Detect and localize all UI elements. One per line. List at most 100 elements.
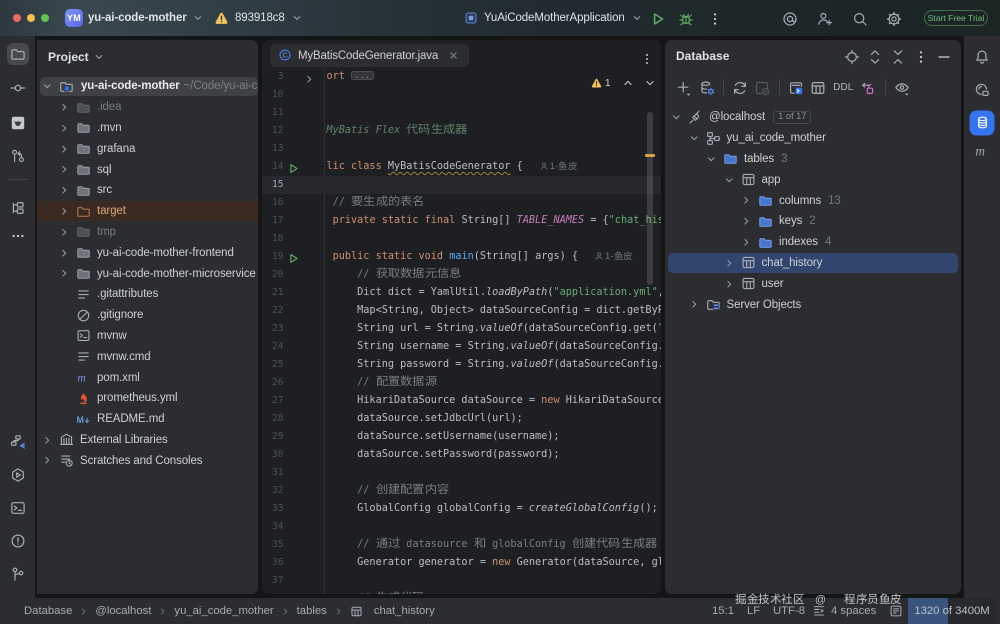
- project-item-yu-ai-code-mother-microservice[interactable]: yu-ai-code-mother-microservice: [37, 263, 258, 284]
- chevron-right-icon[interactable]: [58, 101, 71, 114]
- code-line-19[interactable]: 19 public static void main(String[] args…: [262, 248, 661, 266]
- settings-button[interactable]: [886, 10, 902, 26]
- scrollbar-warning-mark[interactable]: [645, 154, 655, 157]
- jump-to-console-icon[interactable]: [788, 79, 804, 95]
- chevron-right-icon[interactable]: [58, 226, 71, 239]
- code-line-13[interactable]: 13: [262, 140, 661, 158]
- code-line-25[interactable]: 25 String password = String.valueOf(data…: [262, 356, 661, 374]
- code-line-32[interactable]: 32 //: [262, 482, 661, 500]
- db-item-keys[interactable]: keys 2: [665, 211, 961, 232]
- db-item-_localhost[interactable]: @localhost 1 of 17: [665, 107, 961, 128]
- hide-icon[interactable]: [936, 48, 952, 64]
- db-item-columns[interactable]: columns 13: [665, 190, 961, 211]
- chevron-right-icon[interactable]: [58, 163, 71, 176]
- expand-all-icon[interactable]: [867, 48, 883, 64]
- code-line-35[interactable]: 35 // datasource globalConfig: [262, 536, 661, 554]
- tool-stripe-structure-icon[interactable]: [7, 197, 29, 219]
- chevron-right-icon[interactable]: [740, 215, 753, 228]
- project-item-.mvn[interactable]: .mvn: [37, 118, 258, 139]
- code-line-27[interactable]: 27 HikariDataSource dataSource = new Hik…: [262, 392, 661, 410]
- db-item-chat_history[interactable]: chat_history: [665, 253, 961, 274]
- chevron-right-icon[interactable]: [723, 257, 736, 270]
- code-line-30[interactable]: 30 dataSource.setPassword(password);: [262, 446, 661, 464]
- project-widget[interactable]: YM yu-ai-code-mother: [65, 0, 204, 36]
- tool-stripe-maven-icon[interactable]: m: [971, 140, 993, 162]
- more-vertical-icon[interactable]: [913, 48, 929, 64]
- project-item-.gitattributes[interactable]: .gitattributes: [37, 284, 258, 305]
- chevron-right-icon[interactable]: [723, 278, 736, 291]
- project-item-grafana[interactable]: grafana: [37, 138, 258, 159]
- code-line-12[interactable]: 12 MyBatis Flex: [262, 122, 661, 140]
- code-line-18[interactable]: 18: [262, 230, 661, 248]
- previous-problem-icon[interactable]: [622, 77, 634, 89]
- tool-stripe-notifications-icon[interactable]: [971, 46, 993, 68]
- code-line-17[interactable]: 17 private static final String[] TABLE_N…: [262, 212, 661, 230]
- code-line-26[interactable]: 26 //: [262, 374, 661, 392]
- code-line-36[interactable]: 36 Generator generator = new Generator(d…: [262, 554, 661, 572]
- code-line-33[interactable]: 33 GlobalConfig globalConfig = createGlo…: [262, 500, 661, 518]
- code-line-16[interactable]: 16 //: [262, 194, 661, 212]
- code-line-28[interactable]: 28 dataSource.setJdbcUrl(url);: [262, 410, 661, 428]
- chevron-down-icon[interactable]: [723, 174, 736, 187]
- editor-scrollbar[interactable]: [647, 112, 653, 285]
- code-line-21[interactable]: 21 Dict dict = YamlUtil.loadByPath("appl…: [262, 284, 661, 302]
- project-item-.gitignore[interactable]: .gitignore: [37, 305, 258, 326]
- project-item-prometheus.yml[interactable]: prometheus.yml: [37, 388, 258, 409]
- project-item-target[interactable]: target: [37, 201, 258, 222]
- window-close-button[interactable]: [13, 13, 21, 22]
- code-editor[interactable]: 3 ort ... 10 11 12 MyBatis Flex 13 14 lic class…: [262, 68, 661, 594]
- code-with-me-button[interactable]: [817, 10, 833, 26]
- tool-stripe-services-icon[interactable]: [7, 464, 29, 486]
- code-line-11[interactable]: 11: [262, 104, 661, 122]
- project-panel-header[interactable]: Project: [37, 40, 258, 74]
- project-item-yu-ai-code-mother[interactable]: yu-ai-code-mother ~/Code/yu-ai-coc: [37, 76, 258, 97]
- debug-button[interactable]: [678, 10, 694, 26]
- next-problem-icon[interactable]: [644, 77, 656, 89]
- db-item-Server_Objects[interactable]: Server Objects: [665, 294, 961, 315]
- code-vision-author[interactable]: 1-: [594, 248, 633, 266]
- tool-stripe-problems-icon[interactable]: [7, 530, 29, 552]
- tool-stripe-ai-assistant-icon[interactable]: [971, 79, 993, 101]
- code-line-22[interactable]: 22 Map<String, Object> dataSourceConfig …: [262, 302, 661, 320]
- generate-key-icon[interactable]: [861, 79, 877, 95]
- db-item-indexes[interactable]: indexes 4: [665, 232, 961, 253]
- run-button[interactable]: [650, 10, 666, 26]
- code-line-37[interactable]: 37: [262, 572, 661, 590]
- collapse-all-icon[interactable]: [890, 48, 906, 64]
- tool-stripe-commit-icon[interactable]: [7, 77, 29, 99]
- add-icon[interactable]: [676, 79, 692, 96]
- code-line-31[interactable]: 31: [262, 464, 661, 482]
- project-item-.idea[interactable]: .idea: [37, 97, 258, 118]
- caret-position-widget[interactable]: 15:1: [712, 598, 734, 624]
- project-item-mvnw[interactable]: mvnw: [37, 326, 258, 347]
- db-item-user[interactable]: user: [665, 273, 961, 294]
- ddl-icon[interactable]: DDL: [833, 82, 853, 93]
- code-line-38[interactable]: 38 //: [262, 590, 661, 594]
- code-line-20[interactable]: 20 //: [262, 266, 661, 284]
- tool-stripe-database-icon[interactable]: [969, 110, 995, 135]
- project-item-mvnw.cmd[interactable]: mvnw.cmd: [37, 346, 258, 367]
- tool-stripe-pull-requests-icon[interactable]: [7, 145, 29, 167]
- start-free-trial-button[interactable]: Start Free Trial: [924, 10, 988, 26]
- project-item-External_Libraries[interactable]: External Libraries: [37, 430, 258, 451]
- eye-icon[interactable]: [894, 79, 910, 96]
- project-item-yu-ai-code-mother-frontend[interactable]: yu-ai-code-mother-frontend: [37, 242, 258, 263]
- table-view-icon[interactable]: [810, 79, 826, 95]
- chevron-right-icon[interactable]: [58, 143, 71, 156]
- tool-stripe-build-icon[interactable]: [7, 431, 29, 453]
- run-configuration-widget[interactable]: YuAiCodeMotherApplication: [464, 0, 643, 36]
- refresh-icon[interactable]: [732, 79, 748, 95]
- project-item-Scratches_and_Consoles[interactable]: Scratches and Consoles: [37, 450, 258, 471]
- window-zoom-button[interactable]: [41, 13, 49, 22]
- chevron-right-icon[interactable]: [58, 205, 71, 218]
- chevron-right-icon[interactable]: [303, 73, 316, 86]
- chevron-right-icon[interactable]: [41, 454, 54, 467]
- locate-icon[interactable]: [844, 48, 860, 64]
- chevron-right-icon[interactable]: [58, 267, 71, 280]
- code-line-14[interactable]: 14 lic class MyBatisCodeGenerator {1-: [262, 158, 661, 176]
- vcs-branch-widget[interactable]: 893918c8: [214, 0, 303, 36]
- chevron-right-icon[interactable]: [740, 236, 753, 249]
- chevron-down-icon[interactable]: [705, 153, 718, 166]
- project-item-tmp[interactable]: tmp: [37, 222, 258, 243]
- stop-disabled-icon[interactable]: [754, 79, 770, 95]
